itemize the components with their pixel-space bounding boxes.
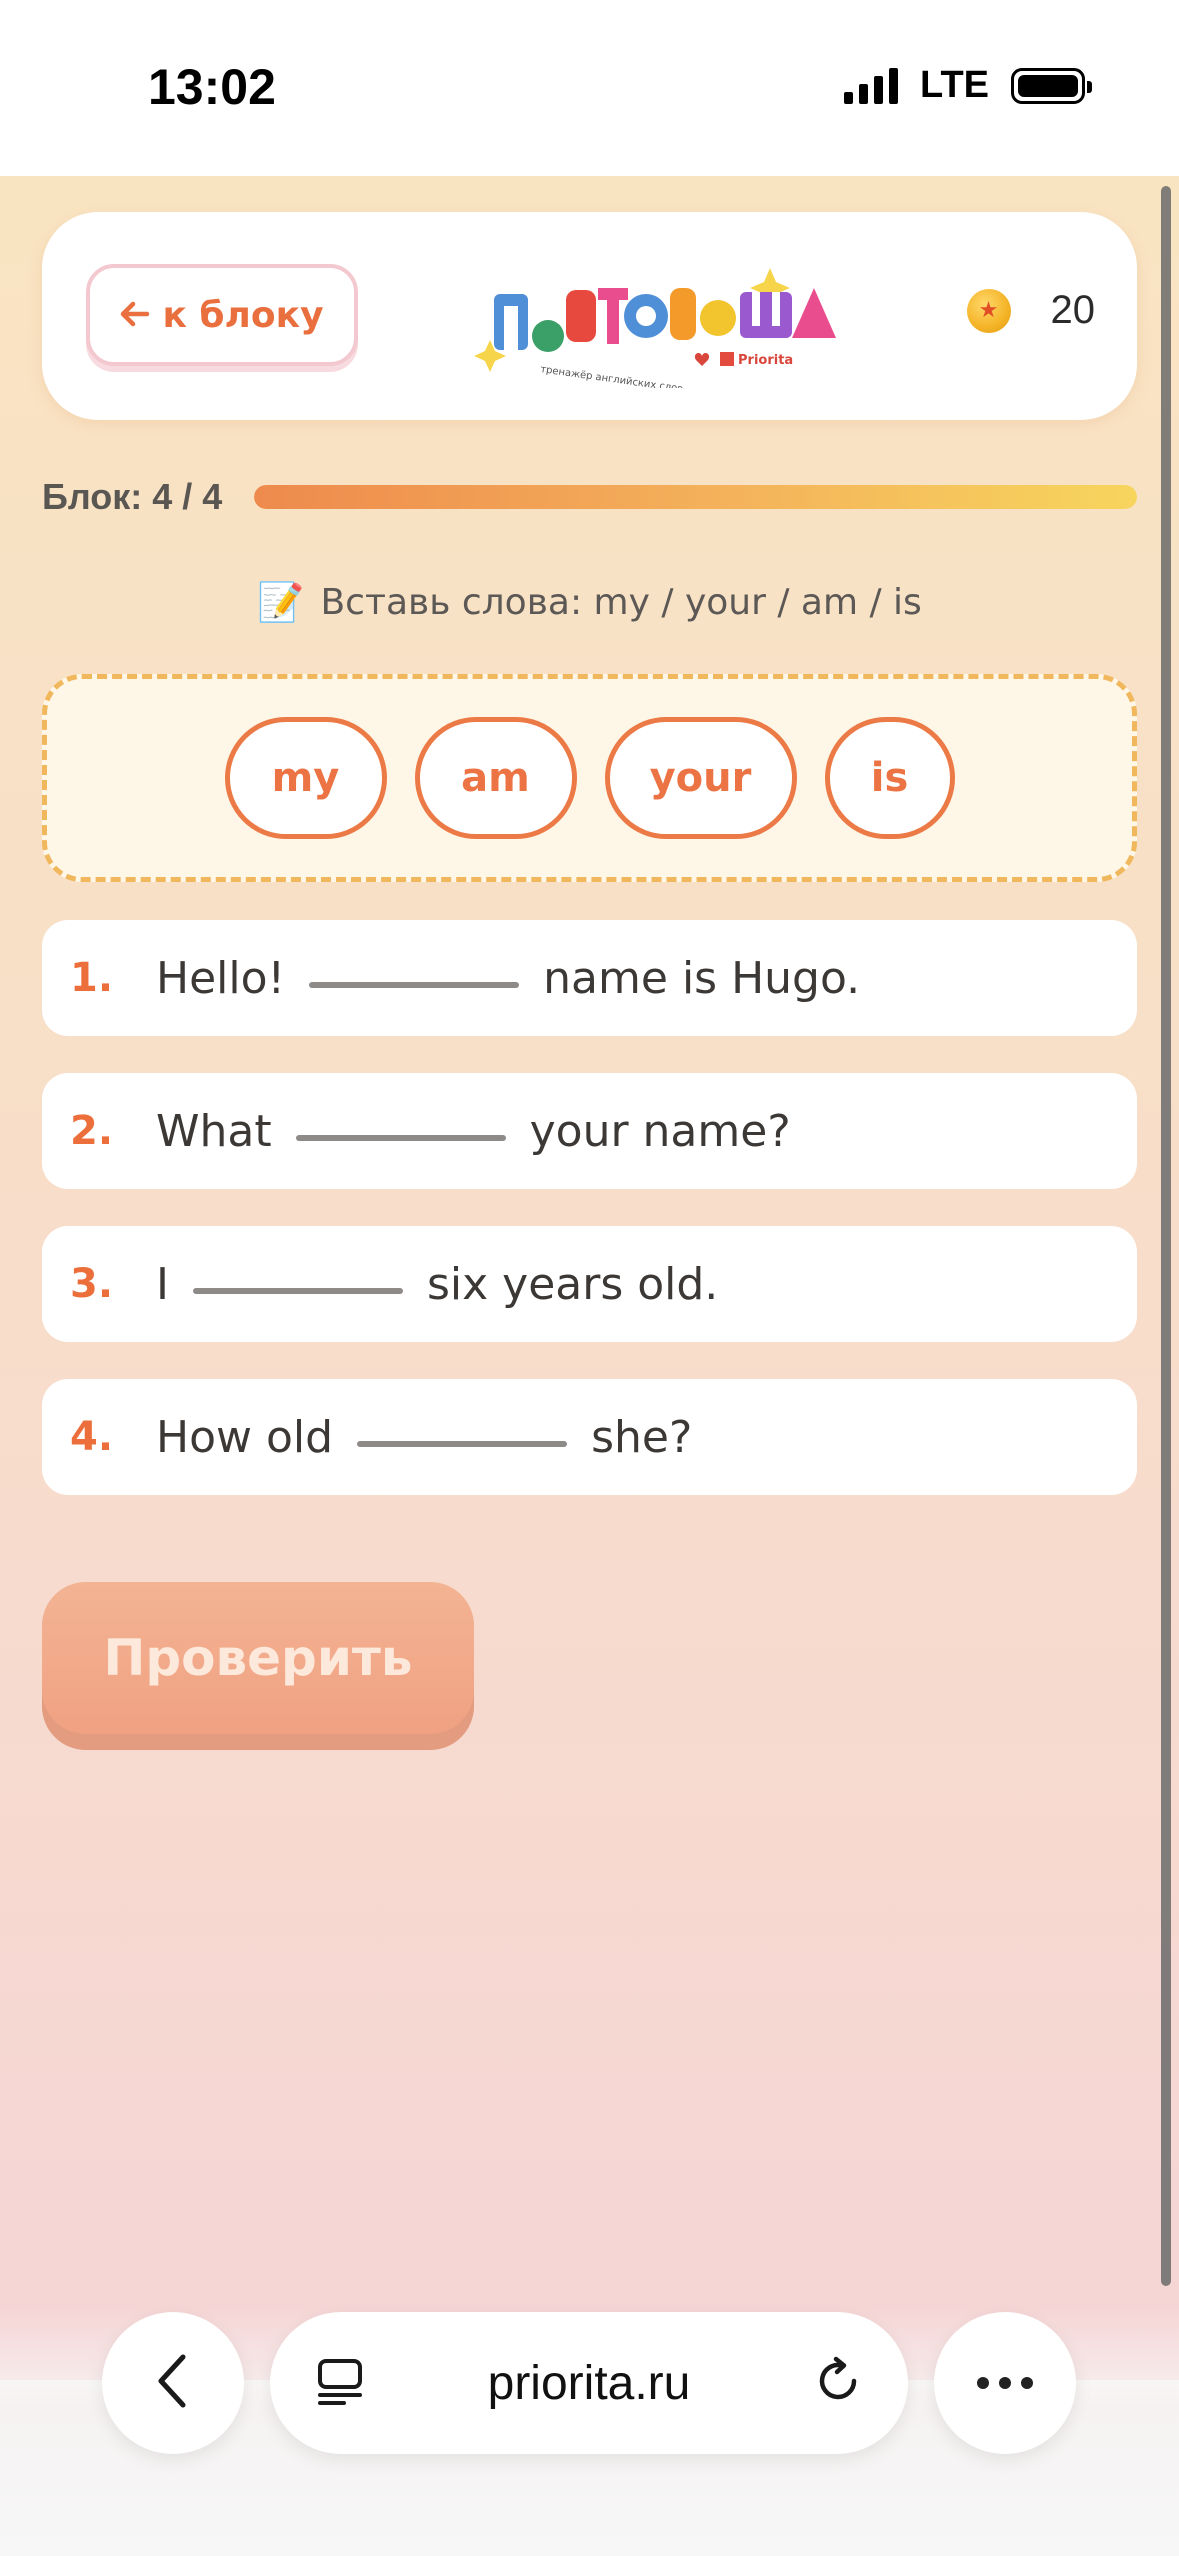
sentence-row: 1. Hello! name is Hugo. (42, 920, 1137, 1036)
reload-icon[interactable] (812, 2355, 864, 2411)
sentence-text-after: she? (591, 1411, 693, 1463)
sentence-text-before: How old (156, 1411, 334, 1463)
progress-bar (254, 485, 1137, 509)
instruction-text: Вставь слова: my / your / am / is (320, 582, 922, 623)
sentence-row: 4. How old she? (42, 1379, 1137, 1495)
chevron-left-icon (153, 2351, 193, 2415)
sentence-number: 1. (70, 955, 114, 1001)
progress-bar-fill (254, 485, 1137, 509)
sentence-number: 4. (70, 1414, 114, 1460)
block-progress-label: Блок: 4 / 4 (42, 476, 223, 517)
back-to-block-button[interactable]: к блоку (86, 264, 358, 366)
blank-slot[interactable] (295, 1135, 506, 1141)
scrollbar[interactable] (1161, 186, 1171, 2286)
logo: Priorita тренажёр английских слов (470, 248, 850, 395)
sentence-text-after: your name? (529, 1105, 791, 1157)
header-card: к блоку Priorita тренажёр английских сло… (42, 212, 1137, 420)
sentence-text-after: six years old. (426, 1258, 719, 1310)
coin-count: 20 (1050, 288, 1096, 332)
blank-slot[interactable] (357, 1441, 568, 1447)
status-bar: 13:02 LTE (0, 0, 1179, 176)
coin-counter: ★ 20 (966, 288, 1096, 333)
signal-icon (844, 67, 899, 104)
browser-back-button[interactable] (102, 2312, 244, 2454)
instruction: 📝 Вставь слова: my / your / am / is (0, 580, 1179, 625)
word-bank: my am your is (42, 674, 1137, 882)
address-bar[interactable]: priorita.ru (270, 2312, 908, 2454)
sentence-text-before: Hello! (156, 952, 286, 1004)
ellipsis-icon (977, 2377, 1033, 2389)
url-text: priorita.ru (487, 2356, 691, 2410)
blank-slot[interactable] (192, 1288, 403, 1294)
network-label: LTE (920, 64, 989, 106)
sentence-number: 2. (70, 1108, 114, 1154)
back-to-block-label: к блоку (162, 294, 324, 336)
blank-slot[interactable] (309, 982, 520, 988)
memo-icon: 📝 (257, 580, 305, 624)
check-button-label: Проверить (42, 1582, 474, 1734)
status-time: 13:02 (148, 59, 276, 115)
word-chip[interactable]: am (414, 717, 577, 839)
sentence-text-after: name is Hugo. (543, 952, 861, 1004)
arrow-left-icon (120, 295, 150, 336)
progress-row: Блок: 4 / 4 (42, 472, 1137, 522)
coin-icon: ★ (966, 288, 1011, 333)
word-chip[interactable]: my (224, 717, 387, 839)
svg-text:Priorita: Priorita (738, 353, 793, 368)
word-chip[interactable]: your (604, 717, 797, 839)
more-options-button[interactable] (934, 2312, 1076, 2454)
status-indicators: LTE (844, 64, 1092, 107)
tabs-icon[interactable] (314, 2355, 366, 2411)
sentence-text-before: What (156, 1105, 272, 1157)
sentence-number: 3. (70, 1261, 114, 1307)
word-chip[interactable]: is (824, 717, 955, 839)
sentence-row: 3. I six years old. (42, 1226, 1137, 1342)
svg-text:тренажёр английских слов: тренажёр английских слов (540, 364, 684, 388)
battery-icon (1011, 67, 1092, 104)
app-content: к блоку Priorita тренажёр английских сло… (0, 176, 1179, 2380)
check-button[interactable]: Проверить (42, 1582, 474, 1750)
sentence-row: 2. What your name? (42, 1073, 1137, 1189)
sentence-text-before: I (156, 1258, 169, 1310)
